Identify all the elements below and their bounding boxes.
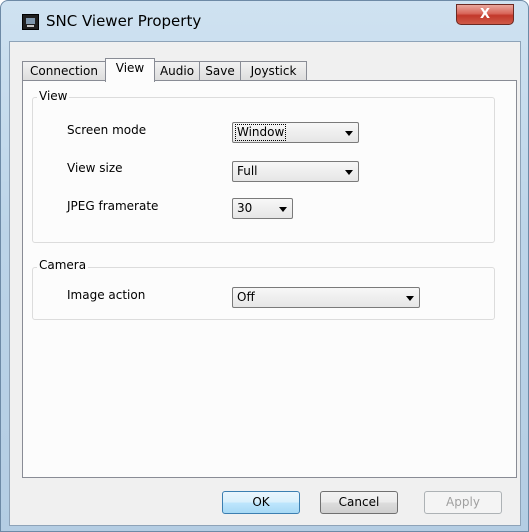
chevron-down-icon xyxy=(345,170,353,175)
apply-button[interactable]: Apply xyxy=(424,491,502,514)
tab-view[interactable]: View xyxy=(105,58,155,82)
ok-button[interactable]: OK xyxy=(222,491,300,514)
dialog-window: SNC Viewer Property X Connection View Au… xyxy=(0,0,529,532)
chevron-down-icon xyxy=(406,296,414,301)
dialog-client-area: Connection View Audio Save Joystick View… xyxy=(9,41,521,526)
view-size-label: View size xyxy=(67,161,123,175)
image-action-value: Off xyxy=(237,290,255,304)
view-tab-panel: View Screen mode Window View size Full J… xyxy=(22,80,517,478)
view-size-value: Full xyxy=(237,164,258,178)
jpeg-framerate-select[interactable]: 30 xyxy=(232,198,293,219)
tab-joystick[interactable]: Joystick xyxy=(240,61,307,81)
image-action-select[interactable]: Off xyxy=(232,287,420,308)
screen-mode-label: Screen mode xyxy=(67,123,147,137)
window-title: SNC Viewer Property xyxy=(46,12,202,30)
tab-audio[interactable]: Audio xyxy=(154,61,200,81)
camera-group-title: Camera xyxy=(37,258,89,272)
view-group-title: View xyxy=(37,89,70,103)
chevron-down-icon xyxy=(345,131,353,136)
jpeg-framerate-value: 30 xyxy=(237,201,253,215)
screen-mode-select[interactable]: Window xyxy=(232,122,359,143)
view-size-select[interactable]: Full xyxy=(232,161,359,182)
image-action-label: Image action xyxy=(67,288,146,302)
jpeg-framerate-label: JPEG framerate xyxy=(67,199,159,213)
tab-save[interactable]: Save xyxy=(199,61,241,81)
tab-connection[interactable]: Connection xyxy=(22,61,106,81)
app-icon xyxy=(22,14,39,30)
cancel-button[interactable]: Cancel xyxy=(320,491,398,514)
close-button[interactable]: X xyxy=(456,4,514,25)
title-bar[interactable]: SNC Viewer Property X xyxy=(1,1,528,41)
chevron-down-icon xyxy=(279,207,287,212)
screen-mode-value: Window xyxy=(235,124,287,141)
